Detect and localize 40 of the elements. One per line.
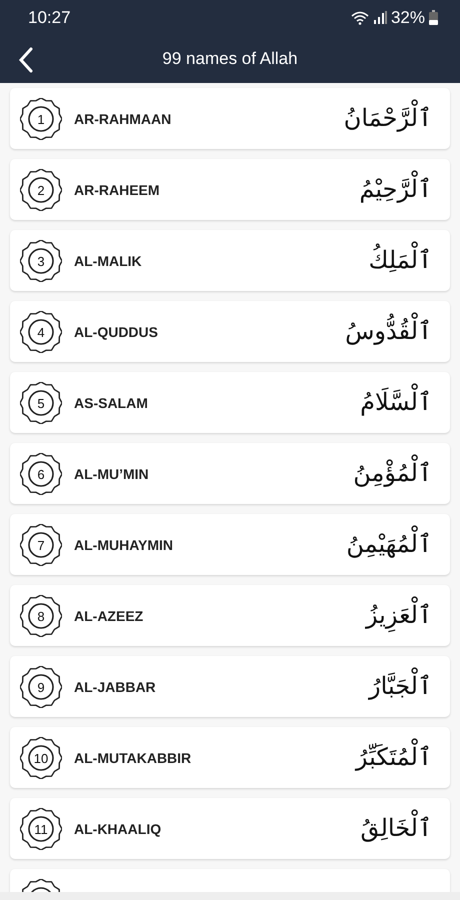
arabic-name: ٱلْرَّحِيْمُ: [353, 166, 438, 212]
battery-icon: [429, 10, 438, 25]
name-number: 1: [37, 112, 45, 126]
name-transliteration: AS-SALAM: [74, 394, 149, 410]
arabic-name: ٱلْمُهَيْمِنُ: [340, 522, 438, 568]
arabic-name: ٱلْرَّحْمَانُ: [338, 96, 438, 142]
arabic-name: ٱلْسَّلَامُ: [354, 380, 438, 426]
arabic-name: ٱلْقُدُّوسُ: [339, 308, 438, 354]
name-number: 5: [37, 396, 45, 410]
name-transliteration: AR-RAHEEM: [74, 182, 161, 198]
signal-icon: [372, 11, 387, 24]
arabic-name: ٱلْعَزِيزُ: [360, 592, 438, 638]
name-transliteration: AL-KHAALIQ: [74, 820, 162, 836]
arabic-name: ٱلْمُؤْمِنُ: [347, 450, 438, 496]
name-number: 3: [37, 254, 45, 268]
name-number: 2: [37, 182, 45, 198]
battery-percentage: 32%: [390, 8, 425, 28]
arabic-name: ٱلْمَلِكُ: [362, 238, 438, 284]
name-transliteration: AL-JABBAR: [74, 678, 157, 694]
arabic-name: ٱلْجَبَّارُ: [363, 664, 438, 710]
name-transliteration: AL-MALIK: [74, 252, 143, 268]
name-transliteration: AL-AZEEZ: [74, 608, 144, 624]
wifi-icon: [350, 10, 369, 24]
name-transliteration: AR-RAHMAAN: [74, 110, 172, 126]
back-icon: [18, 47, 34, 73]
name-number: 11: [34, 822, 48, 836]
name-number: 7: [37, 538, 45, 552]
name-number: 8: [37, 608, 45, 624]
status-time: 10:27: [28, 8, 71, 28]
name-transliteration: AL-QUDDUS: [74, 324, 159, 340]
arabic-name: ٱلْخَالِقُ: [354, 806, 438, 852]
page-title: 99 names of Allah: [162, 49, 298, 69]
name-number: 6: [37, 466, 45, 482]
name-transliteration: AL-MUHAYMIN: [74, 536, 174, 552]
name-number: 4: [37, 324, 45, 340]
name-transliteration: AL-MUTAKABBIR: [74, 750, 192, 766]
name-transliteration: AL-MU’MIN: [74, 466, 150, 482]
name-number: 9: [37, 680, 45, 694]
arabic-name: ٱلْمُتَكَبِّرُ: [350, 734, 438, 780]
name-number: 10: [34, 750, 48, 766]
